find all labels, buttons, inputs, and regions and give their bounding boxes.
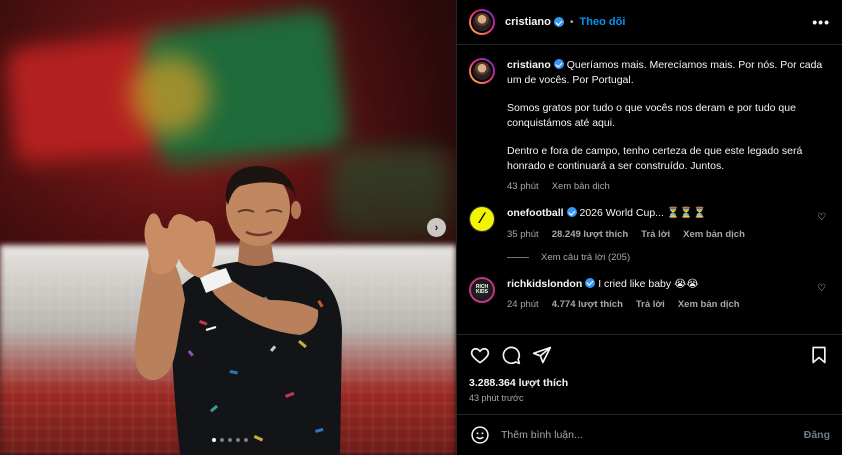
emoji-picker-icon[interactable]	[469, 424, 491, 446]
post-side-panel: cristiano • Theo dõi ••• cristiano Querí…	[456, 0, 842, 455]
carousel-dot	[236, 438, 240, 442]
translate-link[interactable]: Xem bản dịch	[552, 181, 610, 192]
author-avatar[interactable]	[469, 9, 495, 35]
share-icon[interactable]	[531, 344, 553, 366]
carousel-dot	[228, 438, 232, 442]
commenter-avatar[interactable]: RICH KIDS	[469, 276, 495, 303]
comment-input[interactable]	[501, 429, 804, 441]
author-username[interactable]: cristiano	[505, 16, 551, 28]
header-separator: •	[569, 16, 574, 28]
instagram-post-view: › cristiano • Theo dõi ••• cristiano Que…	[0, 0, 842, 455]
view-replies-label: Xem câu trả lời (205)	[541, 251, 631, 263]
verified-badge-icon	[553, 17, 564, 27]
author-avatar[interactable]	[469, 58, 495, 84]
carousel-next-button[interactable]: ›	[427, 218, 446, 237]
caption-paragraph: Somos gratos por tudo o que vocês nos de…	[507, 102, 796, 129]
post-timestamp[interactable]: 43 phút trước	[469, 393, 523, 403]
commenter-avatar[interactable]: ⁄	[469, 206, 495, 232]
comment-item: ⁄ onefootball 2026 World Cup... ⏳⏳⏳ 35 p…	[469, 206, 830, 240]
comment-text: I cried like baby 😭😭	[598, 277, 699, 290]
carousel-dots	[212, 438, 248, 442]
caption-username[interactable]: cristiano	[507, 59, 551, 71]
save-bookmark-icon[interactable]	[808, 344, 830, 366]
verified-badge-icon	[566, 207, 577, 217]
player-figure	[134, 166, 342, 455]
caption-paragraph: Dentro e fora de campo, tenho certeza de…	[507, 145, 803, 172]
post-like-count[interactable]: 3.288.364 lượt thích	[469, 377, 568, 389]
translate-link[interactable]: Xem bản dịch	[678, 299, 740, 310]
post-photo[interactable]: ›	[0, 0, 456, 455]
verified-badge-icon	[585, 277, 596, 288]
more-options-icon[interactable]: •••	[812, 14, 830, 30]
comment-time[interactable]: 35 phút	[507, 229, 539, 240]
post-header: cristiano • Theo dõi •••	[457, 0, 842, 45]
comment-like-heart-icon[interactable]: ♡	[817, 212, 826, 223]
comment-composer: Đăng	[457, 414, 842, 455]
reply-button[interactable]: Trả lời	[641, 229, 670, 240]
follow-button[interactable]: Theo dõi	[580, 16, 626, 28]
comment-item: RICH KIDS richkidslondon I cried like bab…	[469, 276, 830, 310]
reply-button[interactable]: Trả lời	[636, 299, 665, 310]
comment-like-count[interactable]: 28.249 lượt thích	[552, 229, 628, 240]
comment-like-count[interactable]: 4.774 lượt thích	[552, 299, 623, 310]
translate-link[interactable]: Xem bản dịch	[683, 229, 745, 240]
carousel-dot	[212, 438, 216, 442]
comment-like-heart-icon[interactable]: ♡	[817, 283, 826, 294]
post-actions-bar	[457, 334, 842, 374]
comment-icon[interactable]	[500, 344, 522, 366]
comment-text: 2026 World Cup... ⏳⏳⏳	[579, 207, 707, 219]
carousel-dot	[220, 438, 224, 442]
comments-list[interactable]: cristiano Queríamos mais. Merecíamos mai…	[457, 46, 842, 334]
caption-block: cristiano Queríamos mais. Merecíamos mai…	[469, 58, 830, 192]
carousel-dot	[244, 438, 248, 442]
verified-badge-icon	[553, 59, 564, 69]
replies-line	[507, 256, 529, 258]
like-heart-icon[interactable]	[469, 344, 491, 366]
view-replies-button[interactable]: Xem câu trả lời (205)	[507, 252, 830, 263]
post-comment-button[interactable]: Đăng	[804, 429, 830, 441]
clipped-content	[507, 322, 830, 332]
commenter-username[interactable]: richkidslondon	[507, 278, 582, 290]
commenter-username[interactable]: onefootball	[507, 207, 564, 219]
caption-time[interactable]: 43 phút	[507, 181, 539, 192]
comment-time[interactable]: 24 phút	[507, 299, 539, 310]
